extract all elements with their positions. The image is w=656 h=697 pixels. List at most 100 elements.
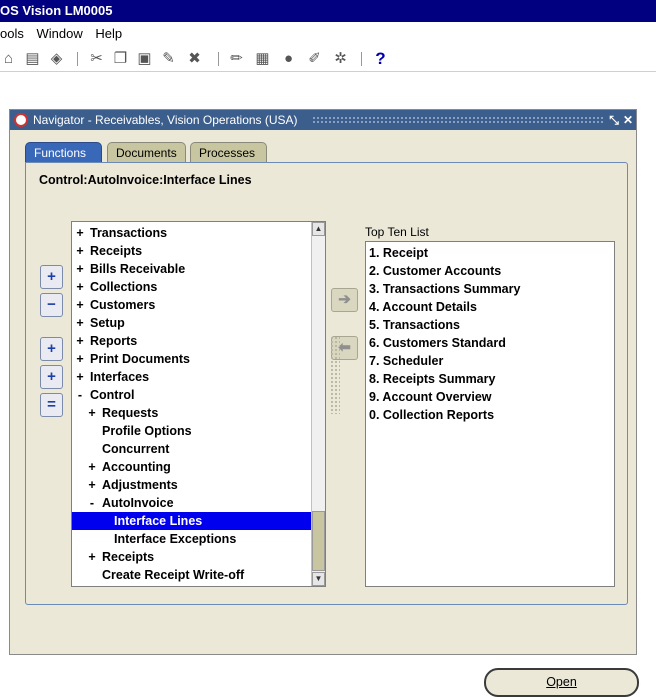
copy-icon[interactable]: ❐ [112,50,129,67]
menu-help[interactable]: Help [95,26,122,41]
toolbar-separator [77,52,78,66]
collapse-all-button[interactable]: = [40,393,63,417]
top-ten-item[interactable]: 6. Customers Standard [369,334,506,352]
navigator-window: Navigator - Receivables, Vision Operatio… [9,109,639,697]
functions-panel: Control:AutoInvoice:Interface Lines + − … [25,162,639,697]
tree-item[interactable]: + Print Documents [72,350,312,368]
expand-node-icon[interactable]: + [75,260,85,278]
tree-item-label: Bills Receivable [90,262,186,276]
title-bar-grip [312,116,604,124]
expand-node-icon[interactable]: + [75,314,85,332]
close-icon[interactable]: ✕ [621,110,635,130]
expand-node-icon[interactable]: + [75,368,85,386]
menu-tools[interactable]: ools [0,26,24,41]
tree-item[interactable]: + Requests [72,404,312,422]
top-ten-item[interactable]: 9. Account Overview [369,388,492,406]
expand-button[interactable]: + [40,265,63,289]
tree-item[interactable]: Profile Options [72,422,312,440]
paste-icon[interactable]: ▣ [136,50,153,67]
expand-node-icon[interactable]: + [75,332,85,350]
menu-bar: ools Window Help [0,24,656,44]
edit-icon[interactable]: ✏ [228,50,245,67]
tree-item[interactable]: + Setup [72,314,312,332]
add-to-top-ten-button[interactable]: ➔ [331,288,358,312]
scroll-thumb[interactable] [312,511,325,571]
folder-icon[interactable]: ▦ [254,50,271,67]
open-icon[interactable]: ⌂ [0,50,17,67]
splitter-grip[interactable] [330,336,340,414]
expand-node-icon[interactable]: + [75,278,85,296]
expand-node-icon[interactable]: + [87,404,97,422]
tree-item[interactable]: + Adjustments [72,476,312,494]
tree-item[interactable]: + Accounting [72,458,312,476]
menu-window[interactable]: Window [36,26,82,41]
tree-item-label: Setup [90,316,125,330]
expand-branch-button[interactable]: + [40,337,63,361]
tree-item-label: Receipts [102,550,155,564]
tree-item[interactable]: + Receipts [72,548,312,566]
expand-node-icon[interactable]: + [75,224,85,242]
scroll-up-icon[interactable]: ▲ [312,222,325,236]
save-icon[interactable]: ◈ [48,50,65,67]
print-icon[interactable]: ▤ [24,50,41,67]
tree-item-label: Receipts [90,244,143,258]
tree-item-label: Interface Exceptions [114,532,237,546]
tree-item-label: Control [90,388,135,402]
tab-functions[interactable]: Functions [25,142,102,163]
tree-item[interactable]: - Control [72,386,312,404]
help-icon[interactable]: ? [372,50,389,67]
cut-icon[interactable]: ✂ [88,50,105,67]
tab-documents[interactable]: Documents [107,142,186,163]
tree-item[interactable]: Interface Exceptions [72,530,312,548]
expand-node-icon[interactable]: + [75,242,85,260]
tree-item[interactable]: + Bills Receivable [72,260,312,278]
scroll-down-icon[interactable]: ▼ [312,572,325,586]
function-tree[interactable]: Create Receipt Write-off + Receipts Interfa… [71,221,326,587]
app-title: OS Vision LM0005 [0,3,113,18]
tree-item-label: Create Receipt Write-off [102,568,245,582]
expand-node-icon[interactable]: + [75,350,85,368]
tree-item[interactable]: + Customers [72,296,312,314]
expand-node-icon[interactable]: + [87,458,97,476]
minimize-icon[interactable]: ⤡ [607,110,621,130]
tree-item[interactable]: Interface Lines [72,512,312,530]
tree-item[interactable]: + Interfaces [72,368,312,386]
tree-item[interactable]: + Transactions [72,224,312,242]
top-ten-item[interactable]: 5. Transactions [369,316,460,334]
app-title-bar: OS Vision LM0005 [0,0,656,22]
tree-item[interactable]: + Receipts [72,242,312,260]
tree-scrollbar[interactable]: ▲ ▼ [311,222,325,586]
expand-node-icon[interactable]: + [87,548,97,566]
top-ten-item[interactable]: 2. Customer Accounts [369,262,501,280]
open-button[interactable]: Open [484,668,639,697]
tree-item[interactable]: + Collections [72,278,312,296]
navigator-title-bar: Navigator - Receivables, Vision Operatio… [10,110,636,130]
top-ten-item[interactable]: 1. Receipt [369,244,428,262]
open-button-label: Open [546,675,577,689]
top-ten-item[interactable]: 4. Account Details [369,298,477,316]
attachment-icon[interactable]: ✐ [306,50,323,67]
tree-item[interactable]: + Reports [72,332,312,350]
zoom-icon[interactable]: ✲ [332,50,349,67]
collapse-node-icon[interactable]: - [87,494,97,512]
breadcrumb: Control:AutoInvoice:Interface Lines [39,173,252,187]
tree-item-label: Interfaces [90,370,150,384]
expand-all-button[interactable]: + [40,365,63,389]
collapse-button[interactable]: − [40,293,63,317]
top-ten-item[interactable]: 7. Scheduler [369,352,443,370]
clear-icon[interactable]: ✎ [160,50,177,67]
tree-item[interactable]: Create Receipt Write-off [72,566,312,584]
record-icon[interactable]: ● [280,50,297,67]
delete-icon[interactable]: ✖ [186,50,203,67]
tree-item[interactable]: Concurrent [72,440,312,458]
top-ten-item[interactable]: 8. Receipts Summary [369,370,495,388]
top-ten-list[interactable]: 1. Receipt 2. Customer Accounts 3. Transac… [365,241,615,587]
expand-node-icon[interactable]: + [75,296,85,314]
tree-item-label: Interface Lines [114,514,203,528]
collapse-node-icon[interactable]: - [75,386,85,404]
top-ten-item[interactable]: 0. Collection Reports [369,406,494,424]
tab-processes[interactable]: Processes [190,142,267,163]
expand-node-icon[interactable]: + [87,476,97,494]
top-ten-item[interactable]: 3. Transactions Summary [369,280,520,298]
tree-item[interactable]: - AutoInvoice [72,494,312,512]
